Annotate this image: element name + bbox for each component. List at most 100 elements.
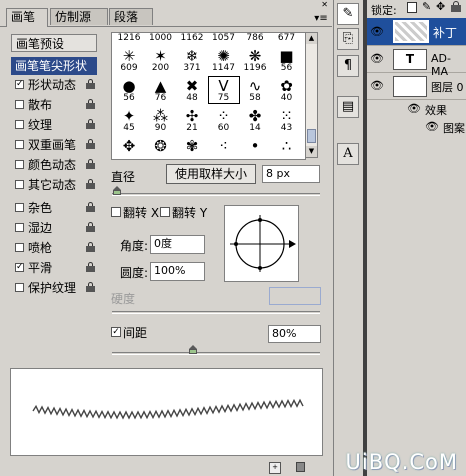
- checkbox[interactable]: [15, 160, 24, 169]
- list-item-other-dynamics[interactable]: 其它动态: [11, 176, 97, 194]
- tab-paragraph[interactable]: 段落: [109, 8, 153, 25]
- brush-tip-cell[interactable]: ▲ 76: [146, 77, 176, 103]
- brush-tip-cell[interactable]: ❂: [146, 137, 176, 159]
- lock-icon[interactable]: [86, 119, 95, 130]
- brush-tip-cell[interactable]: ⁂ 90: [146, 107, 176, 133]
- brush-tip-cell[interactable]: ✿ 40: [272, 77, 302, 103]
- lock-icon[interactable]: [86, 262, 95, 273]
- brush-tip-cell[interactable]: ❄ 371: [177, 47, 207, 73]
- angle-roundness-widget[interactable]: [224, 205, 299, 282]
- spacing-checkbox[interactable]: ✓: [111, 327, 121, 337]
- checkbox[interactable]: ✓: [15, 80, 24, 89]
- flip-x-checkbox[interactable]: [111, 207, 121, 217]
- list-item-texture[interactable]: 纹理: [11, 116, 97, 134]
- diameter-slider-thumb[interactable]: [113, 186, 122, 195]
- layer-effect-pattern-row[interactable]: 👁 图案: [367, 118, 466, 136]
- panel-close-icon[interactable]: ✕: [321, 0, 328, 9]
- list-item-brush-tip-shape[interactable]: 画笔笔尖形状: [11, 57, 97, 75]
- brush-tip-cell[interactable]: ⁘ 60: [209, 107, 239, 133]
- lock-transparent-icon[interactable]: [407, 2, 417, 13]
- angle-field[interactable]: 0度: [150, 235, 205, 254]
- list-item-airbrush[interactable]: 喷枪: [11, 239, 97, 257]
- scroll-up-icon[interactable]: ▲: [306, 33, 317, 44]
- visibility-eye-icon[interactable]: 👁: [370, 26, 384, 37]
- checkbox[interactable]: [15, 283, 24, 292]
- lock-icon[interactable]: [86, 179, 95, 190]
- brush-tool-icon[interactable]: ✎: [337, 3, 359, 25]
- checkbox[interactable]: [15, 203, 24, 212]
- layer-comps-icon[interactable]: ▤: [337, 96, 359, 118]
- list-item-color-dynamics[interactable]: 颜色动态: [11, 156, 97, 174]
- brush-tip-cell[interactable]: ● 56: [114, 77, 144, 103]
- flip-y-checkbox[interactable]: [160, 207, 170, 217]
- lock-icon[interactable]: [86, 282, 95, 293]
- diameter-field[interactable]: 8 px: [262, 165, 320, 183]
- diameter-slider-track[interactable]: [112, 193, 320, 196]
- lock-icon[interactable]: [86, 242, 95, 253]
- brush-tip-cell[interactable]: ✖ 48: [177, 77, 207, 103]
- checkbox[interactable]: [15, 243, 24, 252]
- brush-tip-cell[interactable]: ✣ 21: [177, 107, 207, 133]
- list-item-scattering[interactable]: 散布: [11, 96, 97, 114]
- checkbox[interactable]: [15, 140, 24, 149]
- lock-icon[interactable]: [86, 202, 95, 213]
- scroll-down-icon[interactable]: ▼: [306, 146, 317, 157]
- spacing-field[interactable]: 80%: [268, 325, 321, 343]
- brush-presets-item[interactable]: 画笔预设: [11, 34, 97, 52]
- lock-all-icon[interactable]: [451, 1, 461, 12]
- checkbox[interactable]: [15, 100, 24, 109]
- visibility-eye-icon[interactable]: 👁: [370, 53, 384, 64]
- checkbox[interactable]: [15, 223, 24, 232]
- brush-tip-cell[interactable]: 1162: [177, 33, 207, 43]
- checkbox[interactable]: [15, 180, 24, 189]
- use-sample-size-button[interactable]: 使用取样大小: [166, 164, 256, 184]
- brush-tip-cell[interactable]: ✺ 1147: [209, 47, 239, 73]
- list-item-shape-dynamics[interactable]: ✓ 形状动态: [11, 76, 97, 94]
- brush-tip-cell[interactable]: V 75: [207, 76, 240, 104]
- list-item-noise[interactable]: 杂色: [11, 199, 97, 217]
- layer-row-layer0[interactable]: 👁 图层 0: [367, 73, 466, 100]
- layer-row-patch[interactable]: 👁 补丁: [367, 18, 466, 46]
- brush-tip-cell[interactable]: ∿ 58: [240, 77, 270, 103]
- tab-clone-source[interactable]: 仿制源: [50, 8, 108, 25]
- brush-tip-cell[interactable]: ⁙ 43: [272, 107, 302, 133]
- spacing-slider-track[interactable]: [112, 352, 320, 355]
- checkbox[interactable]: [15, 120, 24, 129]
- lock-paint-icon[interactable]: ✎: [422, 0, 431, 13]
- brush-tip-cell[interactable]: 1216: [114, 33, 144, 43]
- brush-tip-cell[interactable]: ✾: [177, 137, 207, 159]
- visibility-eye-icon[interactable]: 👁: [370, 80, 384, 91]
- brush-tip-cell[interactable]: ❋ 1196: [240, 47, 270, 73]
- spacing-slider-thumb[interactable]: [189, 345, 198, 354]
- brush-tip-cell[interactable]: ✤ 14: [240, 107, 270, 133]
- character-icon[interactable]: A: [337, 143, 359, 165]
- layer-row-text[interactable]: 👁 T AD-MA: [367, 46, 466, 78]
- lock-icon[interactable]: [86, 79, 95, 90]
- brush-tip-cell[interactable]: ∴: [272, 137, 302, 159]
- lock-position-icon[interactable]: ✥: [436, 0, 445, 13]
- list-item-protect-texture[interactable]: 保护纹理: [11, 279, 97, 297]
- panel-menu-icon[interactable]: ▾≡: [314, 12, 328, 26]
- list-item-dual-brush[interactable]: 双重画笔: [11, 136, 97, 154]
- brush-tip-cell[interactable]: ✳ 609: [114, 47, 144, 73]
- lock-icon[interactable]: [86, 139, 95, 150]
- lock-icon[interactable]: [86, 222, 95, 233]
- visibility-eye-icon[interactable]: 👁: [407, 103, 421, 114]
- list-item-smoothing[interactable]: ✓ 平滑: [11, 259, 97, 277]
- scroll-thumb[interactable]: [307, 129, 316, 143]
- new-brush-icon[interactable]: +: [269, 462, 281, 474]
- brush-tip-cell[interactable]: 1057: [209, 33, 239, 43]
- brush-tip-cell[interactable]: ✶ 200: [146, 47, 176, 73]
- brush-tip-cell[interactable]: 1000: [146, 33, 176, 43]
- brush-tip-cell[interactable]: ■ 56: [272, 47, 302, 73]
- paragraph-icon[interactable]: ¶: [337, 55, 359, 77]
- trash-icon[interactable]: [296, 462, 305, 472]
- roundness-field[interactable]: 100%: [150, 262, 205, 281]
- list-item-wet-edges[interactable]: 湿边: [11, 219, 97, 237]
- brush-grid-scrollbar[interactable]: ▲ ▼: [305, 32, 318, 158]
- brush-tip-cell[interactable]: ✥: [114, 137, 144, 159]
- checkbox[interactable]: ✓: [15, 263, 24, 272]
- clone-source-icon[interactable]: ⎘: [337, 28, 359, 50]
- tab-brush[interactable]: 画笔: [6, 8, 48, 27]
- brush-tip-cell[interactable]: ⁖: [209, 137, 239, 159]
